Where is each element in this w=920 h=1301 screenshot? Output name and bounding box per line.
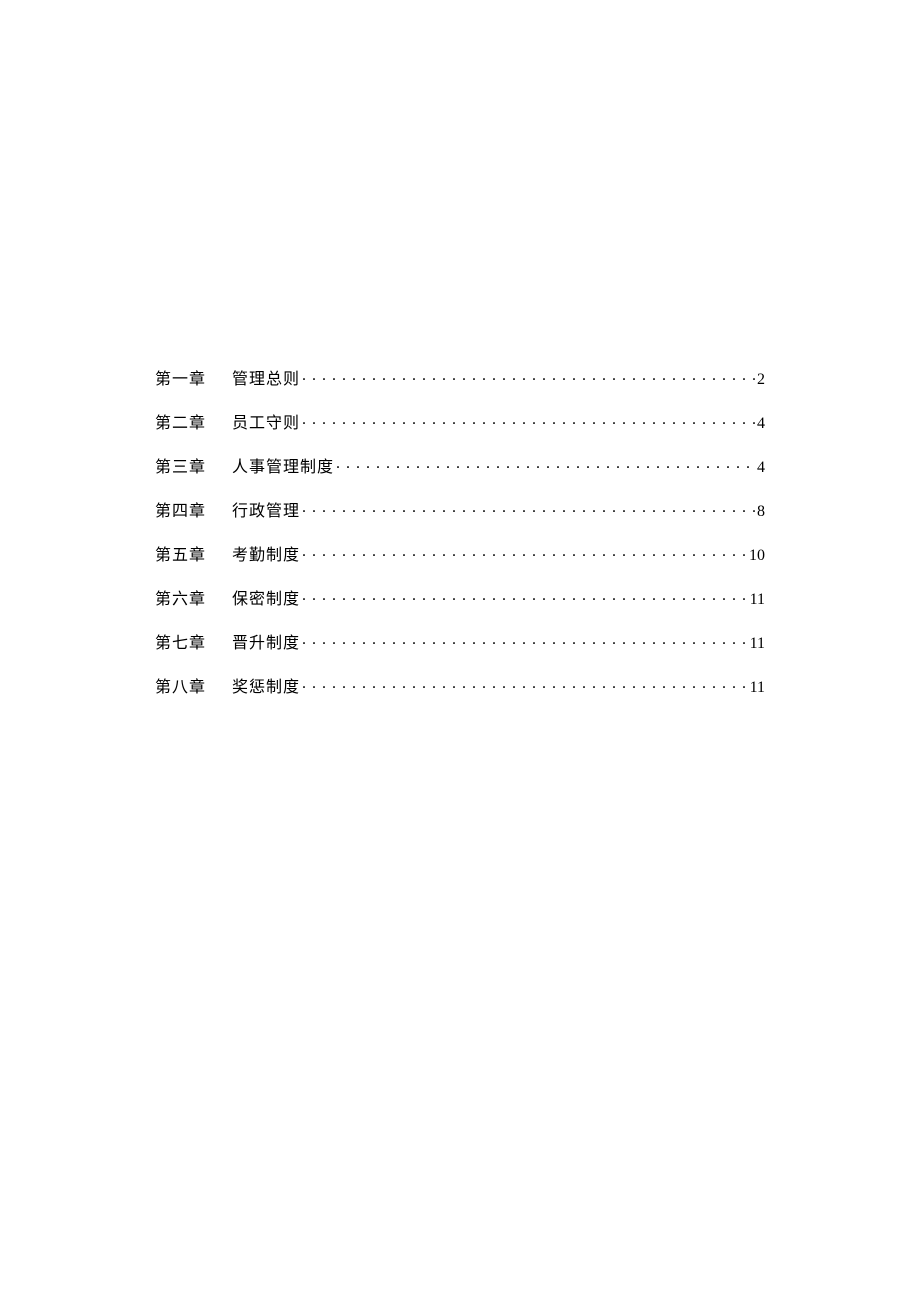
table-of-contents: 第一章 管理总则 2 第二章 员工守则 4 第三章 人事管理制度 4 第四章 行… [155, 368, 765, 696]
toc-page-number: 10 [749, 548, 765, 564]
toc-chapter: 第二章 [155, 416, 232, 432]
toc-chapter: 第八章 [155, 680, 232, 696]
toc-entry: 第三章 人事管理制度 4 [155, 456, 765, 476]
toc-leader-dots [302, 588, 748, 604]
toc-leader-dots [336, 456, 755, 472]
toc-page-number: 11 [750, 680, 765, 696]
toc-chapter: 第四章 [155, 504, 232, 520]
toc-leader-dots [302, 632, 748, 648]
toc-entry: 第六章 保密制度 11 [155, 588, 765, 608]
toc-title: 考勤制度 [232, 548, 300, 564]
toc-title: 人事管理制度 [232, 460, 334, 476]
toc-leader-dots [302, 412, 755, 428]
toc-title: 保密制度 [232, 592, 300, 608]
toc-page-number: 4 [757, 460, 765, 476]
toc-entry: 第一章 管理总则 2 [155, 368, 765, 388]
toc-leader-dots [302, 676, 748, 692]
toc-leader-dots [302, 368, 755, 384]
toc-page-number: 11 [750, 592, 765, 608]
toc-title: 晋升制度 [232, 636, 300, 652]
toc-page-number: 4 [757, 416, 765, 432]
toc-entry: 第七章 晋升制度 11 [155, 632, 765, 652]
toc-chapter: 第一章 [155, 372, 232, 388]
toc-title: 行政管理 [232, 504, 300, 520]
toc-title: 员工守则 [232, 416, 300, 432]
toc-entry: 第二章 员工守则 4 [155, 412, 765, 432]
toc-page-number: 11 [750, 636, 765, 652]
toc-title: 管理总则 [232, 372, 300, 388]
toc-leader-dots [302, 500, 755, 516]
toc-page-number: 2 [757, 372, 765, 388]
toc-title: 奖惩制度 [232, 680, 300, 696]
toc-page-number: 8 [757, 504, 765, 520]
toc-chapter: 第五章 [155, 548, 232, 564]
toc-leader-dots [302, 544, 747, 560]
toc-entry: 第四章 行政管理 8 [155, 500, 765, 520]
toc-chapter: 第七章 [155, 636, 232, 652]
toc-entry: 第五章 考勤制度 10 [155, 544, 765, 564]
toc-chapter: 第三章 [155, 460, 232, 476]
page: 第一章 管理总则 2 第二章 员工守则 4 第三章 人事管理制度 4 第四章 行… [0, 0, 920, 1301]
toc-chapter: 第六章 [155, 592, 232, 608]
toc-entry: 第八章 奖惩制度 11 [155, 676, 765, 696]
